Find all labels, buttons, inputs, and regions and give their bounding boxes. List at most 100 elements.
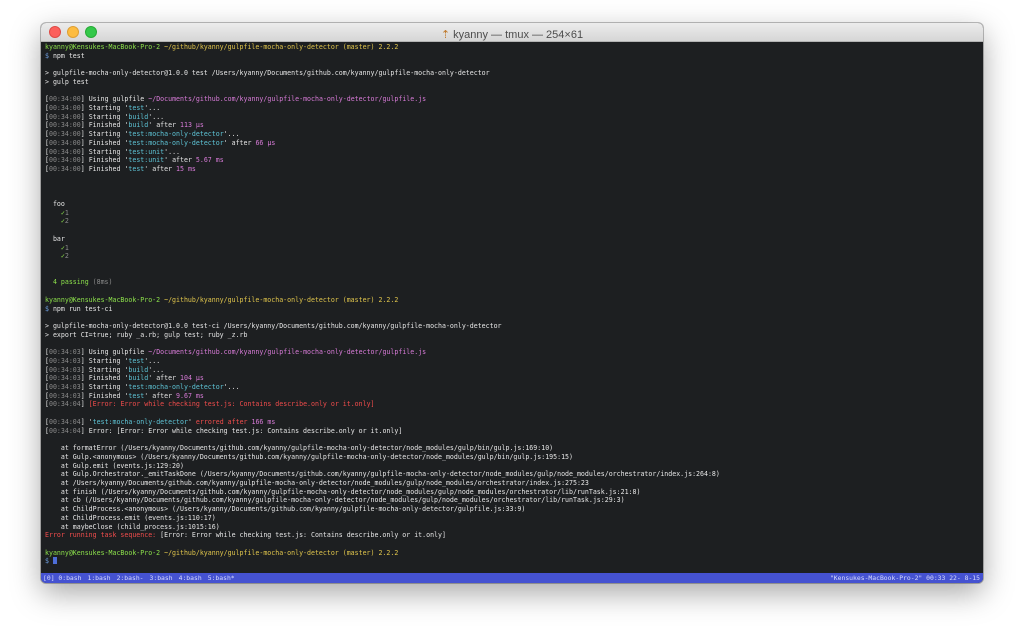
terminal-line: foo [45,200,979,209]
terminal-text: 00:34:04 [48,417,81,426]
terminal-text: 9.67 ms [176,391,204,400]
terminal-cursor [52,557,57,565]
terminal-text: 00:34:00 [48,121,81,130]
terminal-text: foo [45,199,65,208]
title-bar[interactable]: ⇡ kyanny — tmux — 254×61 [41,23,983,42]
terminal-text: test [128,165,145,174]
terminal-line: [00:34:04] Error: [Error: Error while ch… [45,427,979,436]
terminal-line: kyanny@Kensukes-MacBook-Pro-2 ~/github/k… [45,549,979,558]
close-window-button[interactable] [49,26,61,38]
terminal-text: '... [164,147,181,156]
maximize-window-button[interactable] [85,26,97,38]
terminal-line: [00:34:04] [Error: Error while checking … [45,400,979,409]
terminal-line: at /Users/kyanny/Documents/github.com/ky… [45,479,979,488]
terminal-text: ✓ [45,243,65,252]
terminal-text: 4 passing [45,278,93,287]
terminal-text: 2 [64,252,69,261]
terminal-text: test:mocha-only-detector [128,130,224,139]
terminal-text: at formatError (/Users/kyanny/Documents/… [45,444,554,453]
terminal-text: ] Finished ' [80,374,129,383]
terminal-line: at finish (/Users/kyanny/Documents/githu… [45,488,979,497]
terminal-text: npm run test-ci [52,304,113,313]
terminal-text: 00:34:04 [48,400,81,409]
terminal-text: kyanny@Kensukes-MacBook-Pro-2 [45,548,165,557]
terminal-line: $ npm test [45,52,979,61]
terminal-line: at maybeClose (child_process.js:1015:16) [45,523,979,532]
terminal-text: 00:34:00 [48,104,81,113]
terminal-text: 1 [64,243,69,252]
terminal-text: 00:34:00 [48,165,81,174]
terminal-text: [Error: Error while checking test.js: Co… [88,400,375,409]
terminal-text: test [128,391,145,400]
terminal-text: ] Finished ' [80,121,129,130]
terminal-line: [00:34:00] Finished 'build' after 113 μs [45,121,979,130]
terminal-line: [00:34:03] Finished 'build' after 104 μs [45,374,979,383]
terminal-text: kyanny@Kensukes-MacBook-Pro-2 [45,43,165,51]
terminal-line: ✓1 [45,244,979,253]
terminal-text: ] Using gulpfile [80,348,149,357]
window-title-text: kyanny — tmux — 254×61 [453,29,584,41]
window-title: ⇡ kyanny — tmux — 254×61 [441,28,583,42]
terminal-text: ] Starting ' [80,147,129,156]
terminal-text: '... [148,365,165,374]
terminal-text: 166 ms [247,417,276,426]
tmux-window-list: [0] 0:bash 1:bash 2:bash- 3:bash 4:bash 5:bas… [43,573,241,583]
terminal-line: $ npm run test-ci [45,305,979,314]
terminal-text: 00:34:03 [48,374,81,383]
terminal-line: > gulpfile-mocha-only-detector@1.0.0 tes… [45,69,979,78]
terminal-text: ~/Documents/github.com/kyanny/gulpfile-m… [148,348,427,357]
terminal-text: build [128,365,149,374]
terminal-text: ' after [144,391,177,400]
terminal-line: [00:34:03] Starting 'test'... [45,357,979,366]
terminal-text: ] Finished ' [80,165,129,174]
terminal-text: npm test [52,51,85,60]
terminal-line: at formatError (/Users/kyanny/Documents/… [45,444,979,453]
tmux-window-tab[interactable]: 1:bash [87,574,110,582]
terminal-text: build [128,121,149,130]
terminal-text: at Gulp.Orchestrator._emitTaskDone (/Use… [45,470,720,479]
terminal-text: ] Using gulpfile [80,95,149,104]
terminal-text: ~/github/kyanny/gulpfile-mocha-only-dete… [164,295,343,304]
terminal-text: 00:34:00 [48,95,81,104]
terminal-line: Error running task sequence: [Error: Err… [45,531,979,540]
terminal-text: '... [223,383,240,392]
tmux-window-tab[interactable]: 2:bash- [117,574,144,582]
terminal-text: 00:34:00 [48,147,81,156]
terminal-text: 113 μs [180,121,204,130]
terminal-output[interactable]: kyanny@Kensukes-MacBook-Pro-2 ~/github/k… [45,43,979,571]
terminal-line: ✓1 [45,209,979,218]
tmux-window-tab[interactable]: 3:bash [150,574,173,582]
terminal-text: kyanny@Kensukes-MacBook-Pro-2 [45,295,165,304]
terminal-line: [00:34:03] Starting 'test:mocha-only-det… [45,383,979,392]
terminal-text: (master) 2.2.2 [342,295,399,304]
terminal-text: at ChildProcess.emit (events.js:110:17) [45,513,216,522]
terminal-line: [00:34:04] 'test:mocha-only-detector' er… [45,418,979,427]
terminal-text: 5.67 ms [195,156,224,165]
terminal-line: 4 passing (8ms) [45,278,979,287]
terminal-line: $ [45,557,979,566]
terminal-line: kyanny@Kensukes-MacBook-Pro-2 ~/github/k… [45,296,979,305]
tmux-window-tab[interactable]: 5:bash* [208,574,235,582]
minimize-window-button[interactable] [67,26,79,38]
terminal-text: '... [144,104,161,113]
terminal-text: ] Error: [Error: Error while checking te… [80,426,403,435]
terminal-line: at Gulp.emit (events.js:129:20) [45,462,979,471]
terminal-text: ~/Documents/github.com/kyanny/gulpfile-m… [148,95,427,104]
traffic-lights [49,26,97,38]
terminal-text: build [128,112,149,121]
terminal-line: ✓2 [45,217,979,226]
terminal-text: at finish (/Users/kyanny/Documents/githu… [45,487,641,496]
terminal-text: (master) 2.2.2 [342,548,399,557]
terminal-text: test:unit [128,156,165,165]
tmux-window-tab[interactable]: 4:bash [179,574,202,582]
terminal-text: test:mocha-only-detector [92,417,188,426]
terminal-text: 104 μs [180,374,204,383]
terminal-text: build [128,374,149,383]
tmux-window-tab[interactable]: [0] 0:bash [43,574,81,582]
terminal-text: > export CI=true; ruby _a.rb; gulp test;… [45,330,248,339]
terminal-text: 2 [64,217,69,226]
